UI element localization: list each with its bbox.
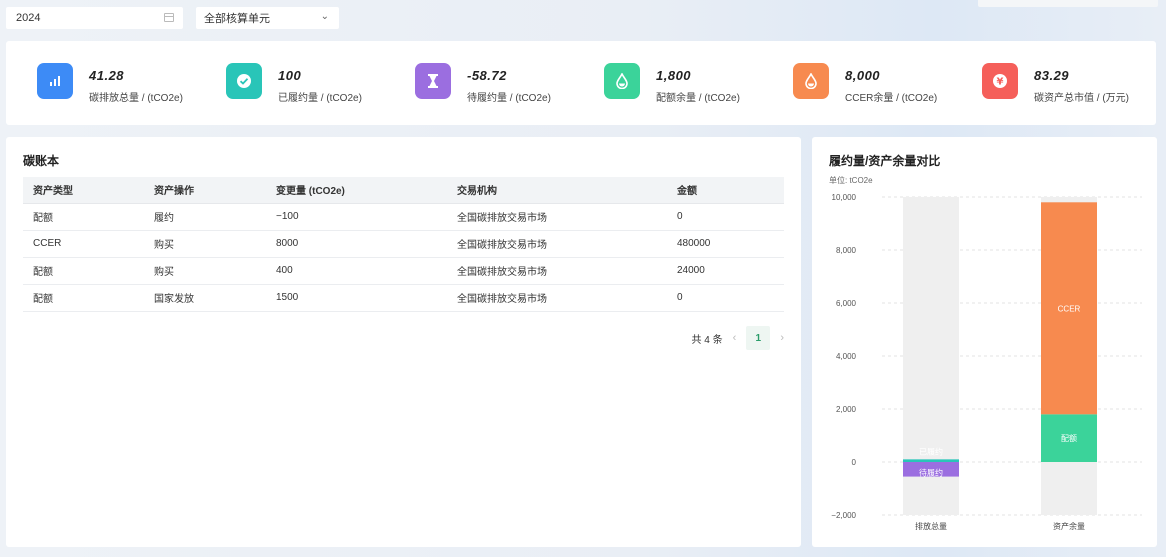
table-header-row: 资产类型 资产操作 变更量 (tCO2e) 交易机构 金额	[23, 177, 784, 204]
column-header[interactable]: 变更量 (tCO2e)	[266, 177, 447, 204]
table-cell: 履约	[144, 203, 266, 231]
calendar-icon	[164, 13, 174, 22]
ledger-table: 资产类型 资产操作 变更量 (tCO2e) 交易机构 金额 配额 履约 −100 全国碳排放交…	[23, 177, 784, 312]
kpi-value: 100	[278, 68, 302, 83]
top-right-control[interactable]	[978, 0, 1158, 7]
unit-select-value: 全部核算单元	[204, 13, 270, 25]
table-cell: 1500	[266, 284, 447, 312]
table-row[interactable]: 配额 国家发放 1500 全国碳排放交易市场 0	[23, 284, 784, 312]
kpi-value: 83.29	[1034, 68, 1070, 83]
pagination-total: 共 4 条	[691, 334, 723, 346]
bar-data-label: CCER	[1058, 304, 1081, 313]
table-cell: 8000	[266, 230, 447, 258]
table-cell: 购买	[144, 257, 266, 285]
kpi-label: 已履约量 / (tCO2e)	[278, 93, 362, 104]
bar-data-label: 已履约	[919, 446, 943, 456]
unit-label: 单位: tCO2e	[829, 175, 873, 185]
y-tick-label: 4,000	[836, 352, 857, 361]
y-tick-label: −2,000	[831, 511, 856, 520]
compliance-bar-chart: 单位: tCO2e −2,000 0 2,000 4,000 6,000 8,000 10,0…	[829, 175, 1142, 531]
accounting-unit-select[interactable]: 全部核算单元 ⌄	[196, 7, 339, 29]
table-cell: 全国碳排放交易市场	[447, 230, 667, 258]
table-row[interactable]: 配额 购买 400 全国碳排放交易市场 24000	[23, 257, 784, 285]
table-row[interactable]: 配额 履约 −100 全国碳排放交易市场 0	[23, 203, 784, 231]
prev-page-icon[interactable]: ‹	[733, 332, 737, 344]
kpi-value: -58.72	[467, 68, 507, 83]
y-tick-label: 8,000	[836, 246, 857, 255]
y-tick-label: 10,000	[832, 193, 857, 202]
kpi-value: 8,000	[845, 68, 881, 83]
droplet-icon	[793, 63, 829, 99]
table-cell: 0	[667, 203, 784, 231]
table-cell: −100	[266, 203, 447, 231]
column-header[interactable]: 交易机构	[447, 177, 667, 204]
y-tick-label: 6,000	[836, 299, 857, 308]
table-cell: 配额	[23, 203, 144, 231]
table-cell: 全国碳排放交易市场	[447, 284, 667, 312]
bar-chart-icon	[37, 63, 73, 99]
kpi-item: 41.28 碳排放总量 / (tCO2e)	[37, 63, 183, 104]
bar-data-label: 配额	[1061, 433, 1077, 443]
table-cell: 配额	[23, 284, 144, 312]
kpi-label: 配额余量 / (tCO2e)	[656, 93, 740, 104]
check-circle-icon	[226, 63, 262, 99]
kpi-item: 8,000 CCER余量 / (tCO2e)	[793, 63, 938, 104]
kpi-summary-card: 41.28 碳排放总量 / (tCO2e) 100 已履约量 / (tCO2e) -58…	[6, 41, 1156, 125]
bar-1[interactable]	[903, 459, 959, 462]
kpi-item: -58.72 待履约量 / (tCO2e)	[415, 63, 551, 104]
table-cell: 全国碳排放交易市场	[447, 203, 667, 231]
y-tick-label: 0	[852, 458, 857, 467]
table-cell: 0	[667, 284, 784, 312]
droplet-icon	[604, 63, 640, 99]
pagination: 共 4 条 ‹ 1 ›	[692, 326, 784, 350]
kpi-label: 碳资产总市值 / (万元)	[1034, 93, 1129, 104]
year-picker[interactable]: 2024	[6, 7, 183, 29]
y-tick-label: 2,000	[836, 405, 857, 414]
column-header[interactable]: 资产操作	[144, 177, 266, 204]
kpi-item: 100 已履约量 / (tCO2e)	[226, 63, 362, 104]
svg-text:¥: ¥	[997, 77, 1004, 88]
table-cell: 24000	[667, 257, 784, 285]
next-page-icon[interactable]: ›	[780, 332, 784, 344]
compliance-chart-card: 履约量/资产余量对比 单位: tCO2e −2,000 0 2,000 4,000 6,0…	[812, 137, 1157, 547]
column-header[interactable]: 资产类型	[23, 177, 144, 204]
table-cell: 480000	[667, 230, 784, 258]
table-cell: 全国碳排放交易市场	[447, 257, 667, 285]
kpi-label: 待履约量 / (tCO2e)	[467, 93, 551, 104]
table-cell: 配额	[23, 257, 144, 285]
kpi-item: 1,800 配额余量 / (tCO2e)	[604, 63, 740, 104]
column-header[interactable]: 金额	[667, 177, 784, 204]
table-cell: 购买	[144, 230, 266, 258]
page-1-button[interactable]: 1	[746, 326, 771, 350]
bar-data-label: 待履约	[919, 467, 943, 477]
ledger-title: 碳账本	[23, 154, 60, 168]
kpi-value: 41.28	[89, 68, 125, 83]
x-tick-label: 资产余量	[1053, 521, 1085, 531]
carbon-ledger-card: 碳账本 资产类型 资产操作 变更量 (tCO2e) 交易机构 金额 配额 履约 −100 全国…	[6, 137, 801, 547]
yen-icon: ¥	[982, 63, 1018, 99]
table-cell: CCER	[23, 230, 144, 258]
year-value: 2024	[16, 12, 41, 24]
kpi-label: 碳排放总量 / (tCO2e)	[89, 93, 183, 104]
chevron-down-icon: ⌄	[320, 11, 329, 22]
kpi-item: ¥83.29 碳资产总市值 / (万元)	[982, 63, 1129, 104]
table-cell: 国家发放	[144, 284, 266, 312]
kpi-label: CCER余量 / (tCO2e)	[845, 93, 938, 104]
filter-bar: 2024 全部核算单元 ⌄	[0, 0, 1166, 40]
table-cell: 400	[266, 257, 447, 285]
kpi-value: 1,800	[656, 68, 692, 83]
hourglass-icon	[415, 63, 451, 99]
table-row[interactable]: CCER 购买 8000 全国碳排放交易市场 480000	[23, 230, 784, 258]
x-tick-label: 排放总量	[915, 521, 947, 531]
